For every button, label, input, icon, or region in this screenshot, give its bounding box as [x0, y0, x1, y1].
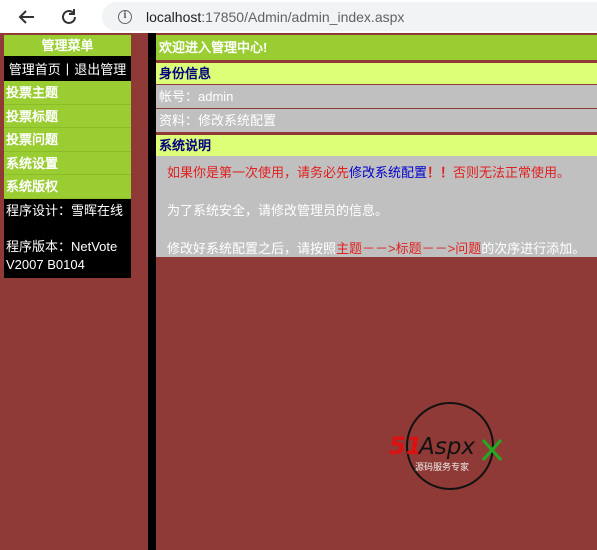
desc-security: 为了系统安全，请修改管理员的信息。: [167, 203, 389, 218]
system-section-title: 系统说明: [156, 135, 597, 156]
logout-link[interactable]: 退出管理: [74, 59, 126, 78]
sidebar-item-vote-subject[interactable]: 投票主题: [4, 81, 131, 105]
link-separator: |: [65, 61, 70, 76]
back-arrow-icon[interactable]: [12, 2, 42, 32]
svg-text:源码服务专家: 源码服务专家: [415, 461, 469, 473]
sidebar-top-links: 管理首页 | 退出管理: [4, 56, 131, 81]
frame-divider[interactable]: [148, 33, 156, 550]
identity-section-title: 身份信息: [156, 63, 597, 84]
sidebar-item-vote-title[interactable]: 投票标题: [4, 104, 131, 128]
svg-text:51: 51: [389, 432, 422, 460]
url-host: localhost: [146, 8, 202, 25]
welcome-header: 欢迎进入管理中心!: [156, 35, 597, 60]
sidebar-item-system-settings[interactable]: 系统设置: [4, 151, 131, 175]
program-info: 程序设计：雪晖在线 程序版本：NetVote V2007 B0104: [4, 198, 131, 278]
desc-order: 修改好系统配置之后，请按照主题－－>标题－－>问题的次序进行添加。: [167, 241, 586, 256]
program-designer: 程序设计：雪晖在线: [6, 202, 124, 218]
account-row: 帐号：admin: [156, 85, 597, 108]
sidebar-title: 管理菜单: [4, 35, 131, 56]
svg-text:Aspx: Aspx: [417, 434, 475, 460]
sidebar-menu: 管理菜单 管理首页 | 退出管理 投票主题 投票标题 投票问题 系统设置 系统版…: [4, 35, 131, 278]
admin-home-link[interactable]: 管理首页: [9, 59, 61, 78]
brand-logo: 51 Aspx 源码服务专家: [385, 402, 515, 492]
desc-first-use: 如果你是第一次使用，请务必先修改系统配置！！否则无法正常使用。: [167, 165, 571, 180]
sidebar-item-vote-question[interactable]: 投票问题: [4, 128, 131, 152]
program-version: 程序版本：NetVote V2007 B0104: [6, 238, 118, 272]
browser-toolbar: i localhost:17850/Admin/admin_index.aspx: [0, 0, 597, 33]
system-description: 如果你是第一次使用，请务必先修改系统配置！！否则无法正常使用。 为了系统安全，请…: [156, 156, 597, 257]
page-body: 管理菜单 管理首页 | 退出管理 投票主题 投票标题 投票问题 系统设置 系统版…: [0, 33, 597, 550]
main-content: 欢迎进入管理中心! 身份信息 帐号：admin 资料：修改系统配置 系统说明 如…: [156, 35, 597, 257]
url-path: :17850/Admin/admin_index.aspx: [201, 8, 405, 25]
reload-icon[interactable]: [54, 2, 84, 32]
address-bar[interactable]: i localhost:17850/Admin/admin_index.aspx: [102, 2, 597, 31]
modify-config-link[interactable]: 修改系统配置: [349, 165, 427, 180]
sidebar-item-copyright[interactable]: 系统版权: [4, 175, 131, 199]
site-info-icon[interactable]: i: [118, 9, 132, 24]
profile-row: 资料：修改系统配置: [156, 109, 597, 132]
